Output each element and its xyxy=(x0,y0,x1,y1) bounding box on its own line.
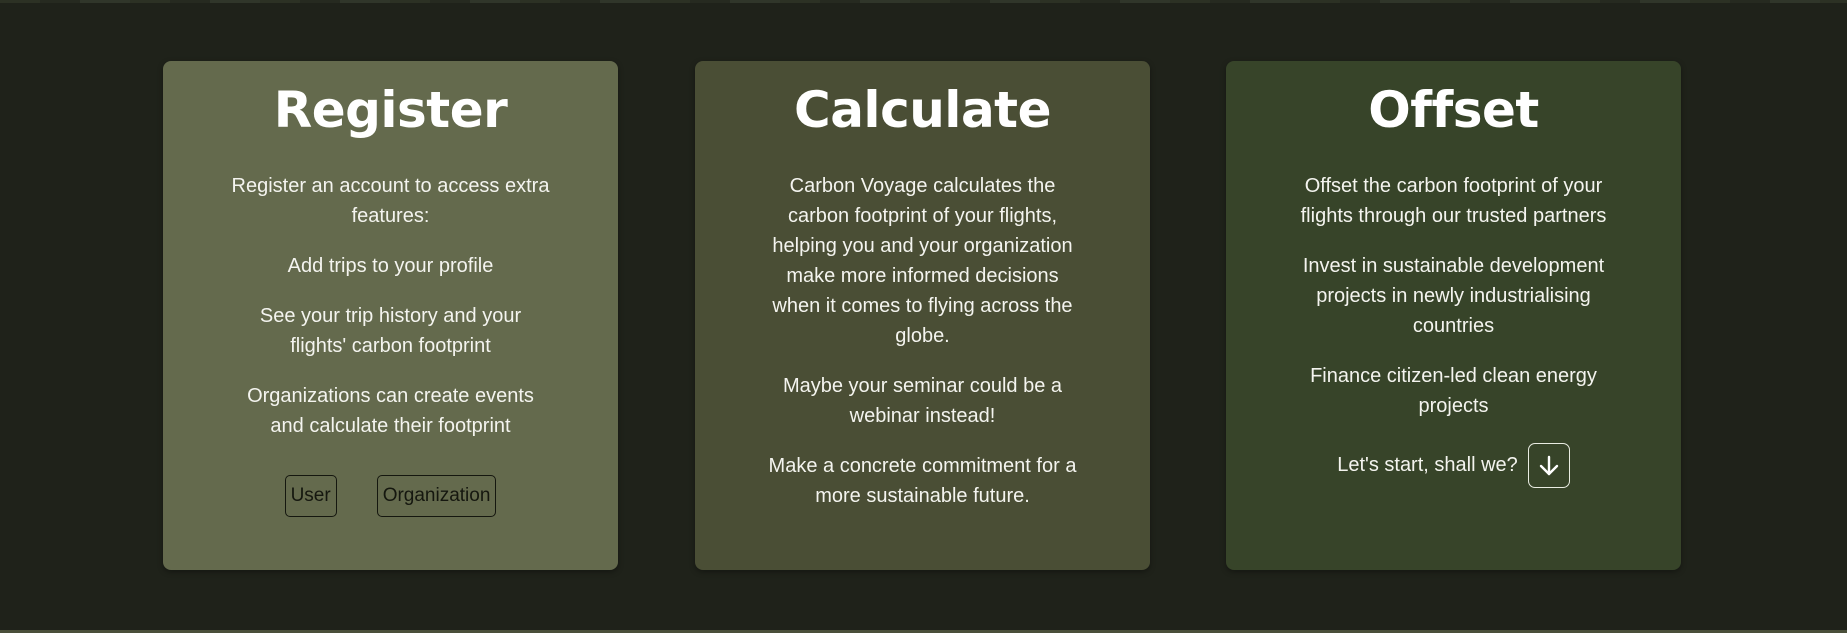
start-row: Let's start, shall we? xyxy=(1226,443,1681,488)
register-feature-trips: Add trips to your profile xyxy=(287,255,494,277)
calculate-card: Calculate Carbon Voyage calculates the c… xyxy=(695,61,1150,570)
register-organization-button[interactable]: Organization xyxy=(376,475,497,517)
offset-finance: Finance citizen-led clean energy project… xyxy=(1310,365,1597,417)
register-feature-organizations: Organizations can create events and calc… xyxy=(247,385,534,437)
register-button-row: User Organization xyxy=(163,475,618,517)
register-user-button[interactable]: User xyxy=(284,475,337,517)
start-arrow-button[interactable] xyxy=(1527,443,1570,488)
top-decorative-strip xyxy=(0,0,1847,3)
arrow-down-icon xyxy=(1539,455,1558,475)
register-intro: Register an account to access extra feat… xyxy=(231,175,550,227)
register-title: Register xyxy=(273,81,508,139)
register-feature-history: See your trip history and your flights' … xyxy=(259,305,522,357)
offset-invest: Invest in sustainable development projec… xyxy=(1302,255,1605,337)
register-card: Register Register an account to access e… xyxy=(163,61,618,570)
offset-partners: Offset the carbon footprint of your flig… xyxy=(1300,175,1607,227)
offset-card: Offset Offset the carbon footprint of yo… xyxy=(1226,61,1681,570)
start-prompt: Let's start, shall we? xyxy=(1337,454,1518,476)
calculate-commitment: Make a concrete commitment for a more su… xyxy=(768,455,1077,507)
calculate-webinar-note: Maybe your seminar could be a webinar in… xyxy=(782,375,1063,427)
calculate-title: Calculate xyxy=(794,81,1052,139)
calculate-description: Carbon Voyage calculates the carbon foot… xyxy=(772,175,1073,347)
offset-title: Offset xyxy=(1368,81,1539,139)
